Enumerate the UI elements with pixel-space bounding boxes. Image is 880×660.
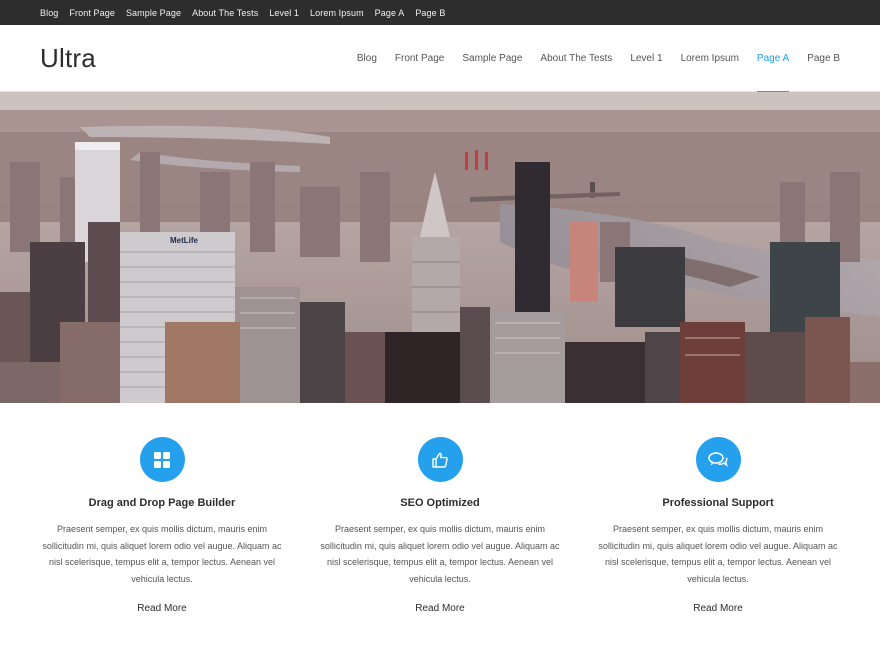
feature-title: Professional Support: [662, 497, 774, 509]
nav-item-page-a[interactable]: Page A: [756, 25, 790, 93]
nav-item-blog[interactable]: Blog: [357, 25, 377, 92]
topbar-item-blog[interactable]: Blog: [40, 8, 58, 18]
read-more-link[interactable]: Read More: [693, 603, 742, 614]
topbar-item-front-page[interactable]: Front Page: [69, 8, 115, 18]
site-logo[interactable]: Ultra: [40, 43, 96, 74]
feature-card: Professional Support Praesent semper, ex…: [596, 437, 840, 616]
grid-icon: [139, 437, 185, 482]
main-navigation: Blog Front Page Sample Page About The Te…: [339, 25, 840, 93]
site-header: Ultra Blog Front Page Sample Page About …: [0, 25, 880, 93]
metlife-sign: MetLife: [170, 236, 199, 245]
nav-item-about-the-tests[interactable]: About The Tests: [540, 25, 612, 92]
feature-title: Drag and Drop Page Builder: [88, 497, 236, 509]
nav-item-front-page[interactable]: Front Page: [395, 25, 444, 92]
feature-title: SEO Optimized: [400, 497, 480, 509]
feature-text: Praesent semper, ex quis mollis dictum, …: [42, 524, 282, 584]
thumbs-up-icon: [417, 437, 463, 482]
nav-item-sample-page[interactable]: Sample Page: [462, 25, 522, 92]
nav-item-level-1[interactable]: Level 1: [630, 25, 662, 92]
topbar-item-page-a[interactable]: Page A: [375, 8, 405, 18]
feature-text: Praesent semper, ex quis mollis dictum, …: [598, 524, 838, 584]
features-section: Drag and Drop Page Builder Praesent semp…: [0, 403, 880, 616]
topbar-item-page-b[interactable]: Page B: [415, 8, 445, 18]
top-bar: Blog Front Page Sample Page About The Te…: [0, 0, 880, 25]
city-skyline-illustration: MetLife: [0, 92, 880, 403]
nav-item-page-b[interactable]: Page B: [807, 25, 840, 92]
feature-card: Drag and Drop Page Builder Praesent semp…: [40, 437, 284, 616]
topbar-item-sample-page[interactable]: Sample Page: [126, 8, 181, 18]
topbar-item-about-the-tests[interactable]: About The Tests: [192, 8, 258, 18]
read-more-link[interactable]: Read More: [137, 603, 186, 614]
topbar-item-lorem-ipsum[interactable]: Lorem Ipsum: [310, 8, 364, 18]
hero-image: MetLife: [0, 92, 880, 403]
feature-card: SEO Optimized Praesent semper, ex quis m…: [318, 437, 562, 616]
read-more-link[interactable]: Read More: [415, 603, 464, 614]
topbar-item-level-1[interactable]: Level 1: [269, 8, 299, 18]
chat-bubbles-icon: [695, 437, 741, 482]
feature-text: Praesent semper, ex quis mollis dictum, …: [320, 524, 560, 584]
nav-item-lorem-ipsum[interactable]: Lorem Ipsum: [681, 25, 739, 92]
